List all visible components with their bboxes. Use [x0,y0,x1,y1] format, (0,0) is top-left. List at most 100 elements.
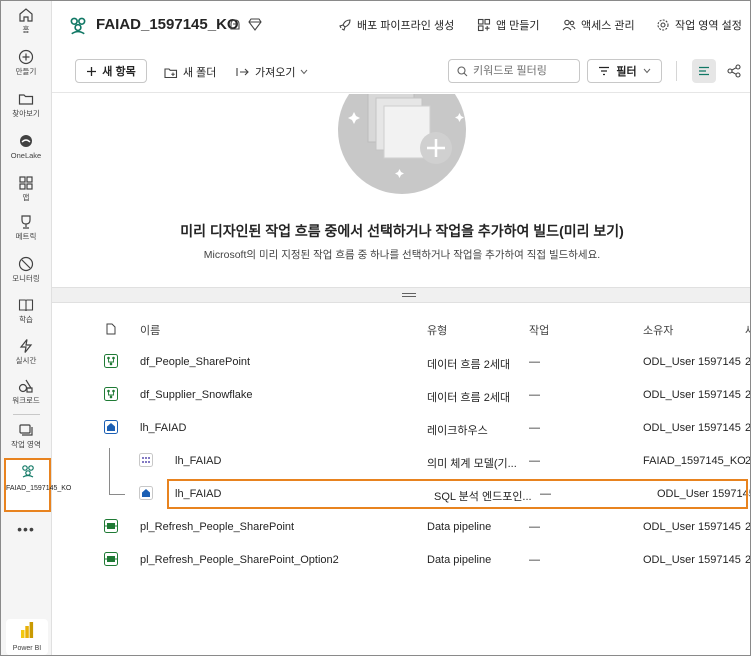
create-app-label: 앱 만들기 [496,20,540,32]
workflow-hero: 미리 디자인된 작업 흐름 중에서 선택하거나 작업을 추가하여 빌드(미리 보… [52,94,750,287]
lineage-icon [727,64,741,78]
left-rail: 홈 만들기 찾아보기 OneLake 앱 메트릭 모니터링 학습 실시간 워크로… [1,1,72,655]
monitor-icon [18,256,34,272]
rail-item-browse[interactable]: 찾아보기 [1,91,51,131]
rail-label-learn: 학습 [19,315,33,324]
table-row[interactable]: df_Supplier_Snowflake 데이터 흐름 2세대 — ODL_U… [52,379,750,412]
column-header-type[interactable]: 유형 [427,322,447,338]
rail-item-monitor[interactable]: 모니터링 [1,256,51,296]
workspace-settings-button[interactable]: 작업 영역 설정 [656,17,742,33]
table-row[interactable]: pl_Refresh_People_SharePoint Data pipeli… [52,511,751,544]
item-extra: 2 [745,455,751,467]
column-header-extra[interactable]: 새 [745,322,750,338]
item-owner: ODL_User 1597145 [643,422,741,434]
tree-connector [109,448,110,494]
dataflow-icon [104,354,118,368]
rail-item-apps[interactable]: 앱 [1,175,51,215]
new-item-button[interactable]: 새 항목 [75,59,147,83]
rail-label-workloads: 워크로드 [12,396,40,405]
new-folder-label: 새 폴더 [183,67,217,79]
document-icon [106,323,116,335]
rocket-icon [339,19,351,31]
dataflow-icon [104,387,118,401]
column-header-task[interactable]: 작업 [529,322,549,338]
workspace-header-icon [70,17,86,35]
tree-connector-branch [109,494,125,495]
manage-access-button[interactable]: 액세스 관리 [562,17,635,33]
page-title: FAIAD_1597145_KO [96,16,239,33]
item-extra: 2 [745,521,751,533]
manage-access-label: 액세스 관리 [581,20,635,32]
item-name[interactable]: lh_FAIAD [175,455,221,467]
item-owner: ODL_User 1597145 [643,389,741,401]
rail-item-onelake[interactable]: OneLake [1,133,51,173]
lineage-view-button[interactable] [722,59,746,83]
rail-item-workloads[interactable]: 워크로드 [1,378,51,418]
list-view-button[interactable] [692,59,716,83]
folder-add-icon [164,67,178,78]
rail-divider [13,414,40,415]
gear-icon [657,19,669,31]
rail-label-active-workspace: FAIAD_1597145_KO [6,485,72,492]
import-button[interactable]: 가져오기 [236,64,308,80]
item-type: 데이터 흐름 2세대 [427,359,511,371]
item-type: Data pipeline [427,554,492,566]
filter-icon [599,66,610,76]
item-name[interactable]: pl_Refresh_People_SharePoint [140,521,294,533]
item-name[interactable]: pl_Refresh_People_SharePoint_Option2 [140,554,339,566]
item-task: — [529,389,540,401]
item-owner: ODL_User 1597145 [643,521,741,533]
onelake-icon [20,135,32,147]
search-input[interactable] [473,65,573,77]
metrics-icon [21,215,31,229]
item-type: 데이터 흐름 2세대 [427,392,511,404]
filter-button[interactable]: 필터 [587,59,662,83]
table-row[interactable]: lh_FAIAD 의미 체계 모델(기... — FAIAD_1597145_K… [52,445,751,478]
rail-item-create[interactable]: 만들기 [1,49,51,89]
create-icon [18,49,34,65]
table-row[interactable]: df_People_SharePoint 데이터 흐름 2세대 — ODL_Us… [52,346,751,379]
item-name[interactable]: lh_FAIAD [140,422,186,434]
search-box[interactable] [448,59,580,83]
deploy-pipeline-label: 배포 파이프라인 생성 [357,20,455,32]
rail-label-browse: 찾아보기 [12,109,40,118]
item-type: 레이크하우스 [427,425,488,437]
pipeline-icon [104,552,118,566]
import-label: 가져오기 [255,67,296,79]
chevron-down-icon [643,68,651,74]
splitter-grip-icon[interactable] [402,293,416,297]
rail-item-home[interactable]: 홈 [1,7,51,47]
item-owner: FAIAD_1597145_KO [643,455,746,467]
powerbi-switcher[interactable]: Power BI [6,619,48,655]
rail-item-workspaces[interactable]: 작업 영역 [1,422,51,462]
table-row[interactable]: pl_Refresh_People_SharePoint_Option2 Dat… [52,544,750,577]
column-header-owner[interactable]: 소유자 [643,322,673,338]
rail-active-workspace[interactable]: FAIAD_1597145_KO [4,458,72,512]
browse-icon [18,94,34,105]
filter-label: 필터 [616,66,637,78]
item-task: — [529,554,540,566]
column-header-name[interactable]: 이름 [140,322,160,338]
panel-splitter[interactable] [52,287,750,303]
item-extra: 2 [745,356,751,368]
deploy-pipeline-button[interactable]: 배포 파이프라인 생성 [338,17,454,33]
table-row[interactable]: lh_FAIAD 레이크하우스 — ODL_User 1597145 2 [52,412,750,445]
item-name[interactable]: df_People_SharePoint [140,356,250,368]
premium-diamond-icon[interactable] [248,17,262,31]
more-icon[interactable]: ••• [1,521,51,537]
search-icon [457,65,468,76]
toolbar: 새 항목 새 폴더 가져오기 필터 [52,49,750,93]
rail-label-realtime: 실시간 [15,356,37,365]
workspace-identity-icon[interactable] [228,17,242,31]
item-owner: ODL_User 1597145 [643,356,741,368]
new-folder-button[interactable]: 새 폴더 [164,64,216,80]
rail-item-metrics[interactable]: 메트릭 [1,214,51,254]
rail-item-learn[interactable]: 학습 [1,297,51,337]
powerbi-icon [21,622,34,638]
semantic-model-icon [139,453,153,467]
create-app-button[interactable]: 앱 만들기 [477,17,540,33]
rail-item-realtime[interactable]: 실시간 [1,338,51,378]
hero-title: 미리 디자인된 작업 흐름 중에서 선택하거나 작업을 추가하여 빌드(미리 보… [180,223,624,239]
item-name[interactable]: df_Supplier_Snowflake [140,389,253,401]
rail-label-create: 만들기 [15,67,37,76]
